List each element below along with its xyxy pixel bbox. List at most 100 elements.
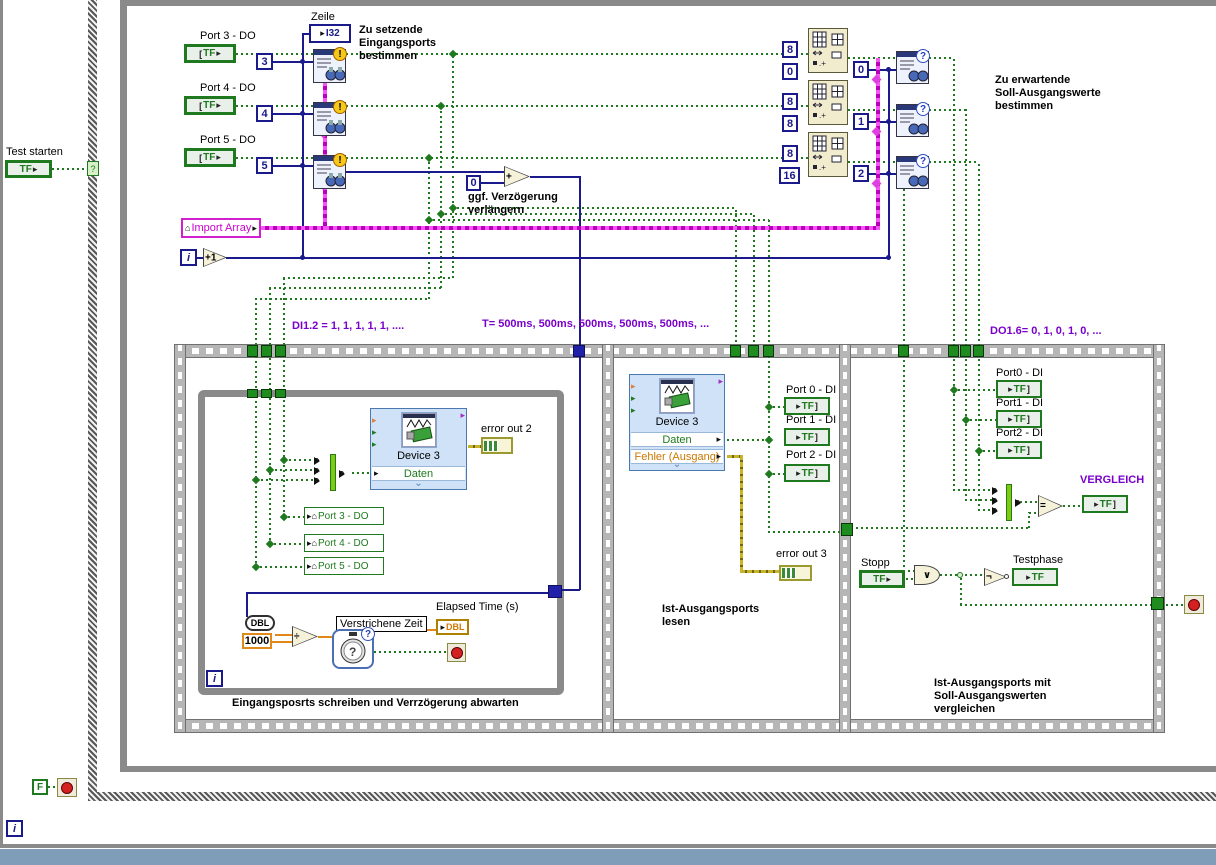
error-out-2-indicator[interactable]: ▸ [481,437,513,454]
test-starten-terminal[interactable]: TF ▸ [5,160,52,178]
daq-assistant-read-expand-chevron[interactable]: ⌄ [630,460,724,470]
divide-node[interactable]: ÷ [292,626,318,647]
add-node[interactable]: + [504,166,530,187]
tunnel-10[interactable] [960,345,971,357]
merge-signals-compare[interactable] [1006,484,1012,521]
array-subset-2-icon[interactable]: .+ [808,80,848,125]
port4-do-label-line: Port 4 - DO [200,82,256,94]
or-node[interactable]: ∨ [914,565,940,585]
subset1-start[interactable]: 0 [782,63,798,80]
tunnel-5[interactable] [730,345,741,357]
tunnel-9[interactable] [948,345,959,357]
elapsed-dbl-indicator[interactable]: ▸ DBL [436,619,469,635]
tunnel-4[interactable] [573,345,585,357]
port1-di-terminal[interactable]: ▸ TF] [784,428,830,446]
port4-do-label: Port 4 - DO [200,82,256,95]
tunnel-15[interactable] [548,585,562,598]
port3-do-label-line: Port 3 - DO [200,30,256,42]
port3-do-terminal[interactable]: [TF ▸ [184,44,236,63]
daq-assistant-write-expand-chevron[interactable]: ⌄ [371,479,466,489]
port5-do-terminal[interactable]: [TF ▸ [184,148,236,167]
junction-dot [300,163,305,168]
outer-while-loop-bottom-border [0,844,1216,848]
zeile-indicator[interactable]: ▸ I32 [309,24,351,43]
svg-text:.+: .+ [819,59,826,68]
import-array-global[interactable]: ⌂ Import Array ▸ [181,218,261,238]
false-constant[interactable]: F [32,779,48,795]
const-row-2[interactable]: 2 [853,165,869,182]
tunnel-2[interactable] [261,345,272,357]
tunnel-13[interactable] [261,389,272,398]
wire-b-71 [302,33,304,258]
stop-terminal-main[interactable] [1184,595,1204,614]
daq-assistant-read-row-0[interactable]: Daten ▸ [631,432,723,447]
port2-di-terminal[interactable]: ▸ TF] [784,464,830,482]
subset3-len[interactable]: 8 [782,145,798,162]
error-out-3-label: error out 3 [776,548,827,561]
wire-g-22 [283,357,285,517]
wire-g-33 [727,439,769,441]
merge-signals-write[interactable] [330,454,336,491]
wire-g-45 [953,357,955,491]
wire-g-14 [255,298,429,300]
test-starten-tunnel[interactable]: ? [87,161,99,176]
port2-di-label-line: Port 2 - DI [786,449,837,461]
daq-assistant-read[interactable]: Device 3 Daten ▸ Fehler (Ausgang) ▸ ⌄ ▸ ▸ ▸ ▸ [629,374,725,471]
vergleich-terminal[interactable]: ▸ TF] [1082,495,1128,513]
wire-b-85 [869,173,897,175]
const-0-delay[interactable]: 0 [466,175,481,191]
ggf-verzoegerung-comment-line: ggf. Verzögerung [468,191,558,203]
tunnel-3[interactable] [275,345,286,357]
const-4[interactable]: 4 [256,105,273,122]
const-3[interactable]: 3 [256,53,273,70]
zu-setzende-comment: Zu setzende Eingangsports bestimmen [359,24,436,63]
stop-terminal-inner[interactable] [447,643,466,662]
iteration-terminal-mid[interactable]: i [180,249,197,266]
stop-terminal-outer[interactable] [57,778,77,797]
frame3-caption-line: vergleichen [934,703,996,715]
f3-port0-terminal[interactable]: ▸ TF] [996,380,1042,398]
subset1-len[interactable]: 8 [782,41,798,58]
tunnel-16[interactable] [841,523,853,536]
sequence-bottom-border [175,720,1164,732]
tunnel-12[interactable] [247,389,258,398]
iteration-terminal-inner[interactable]: i [206,670,223,687]
port0-di-terminal[interactable]: ▸ TF] [784,397,830,415]
f3-port2-terminal[interactable]: ▸ TF] [996,441,1042,459]
testphase-terminal[interactable]: ▸ TF [1012,568,1058,586]
stopp-terminal[interactable]: TF ▸ [859,570,905,588]
port3-do-local[interactable]: ▸⌂ Port 3 - DO [304,507,384,525]
port4-do-local[interactable]: ▸⌂ Port 4 - DO [304,534,384,552]
iteration-terminal-outer[interactable]: i [6,820,23,837]
daq-assistant-write[interactable]: Device 3 Daten ▸ ⌄ ▸ ▸ ▸ ▸ [370,408,467,490]
error-out-3-indicator[interactable]: ▸ [779,565,812,581]
tunnel-11[interactable] [973,345,984,357]
wire-g-37 [856,527,1029,529]
convert-glyph [314,456,327,465]
bestimmen-vi-2-badge: ! [333,100,347,114]
const-5[interactable]: 5 [256,157,273,174]
subset2-start[interactable]: 8 [782,115,798,132]
tunnel-14[interactable] [275,389,286,398]
f3-port1-terminal[interactable]: ▸ TF] [996,410,1042,428]
array-subset-1-icon[interactable]: .+ [808,28,848,73]
increment-node[interactable]: +1 [203,248,227,267]
convert-glyph [992,486,1005,495]
const-row-0[interactable]: 0 [853,61,869,78]
tunnel-6[interactable] [748,345,759,357]
tunnel-1[interactable] [247,345,258,357]
port4-do-terminal[interactable]: [TF ▸ [184,96,236,115]
const-row-1[interactable]: 1 [853,113,869,130]
equal-node[interactable]: = [1038,495,1063,517]
tunnel-17[interactable] [1151,597,1164,610]
array-subset-3-icon[interactable]: .+ [808,132,848,177]
tunnel-7[interactable] [763,345,774,357]
subset2-len[interactable]: 8 [782,93,798,110]
const-1000[interactable]: 1000 [242,633,272,649]
wire-b-76 [346,171,505,173]
subset3-start[interactable]: 16 [779,167,800,184]
test-starten-label-line: Test starten [6,146,63,158]
dbl-coercion[interactable]: DBL [245,615,275,631]
port5-do-local[interactable]: ▸⌂ Port 5 - DO [304,557,384,575]
tunnel-8[interactable] [898,345,909,357]
